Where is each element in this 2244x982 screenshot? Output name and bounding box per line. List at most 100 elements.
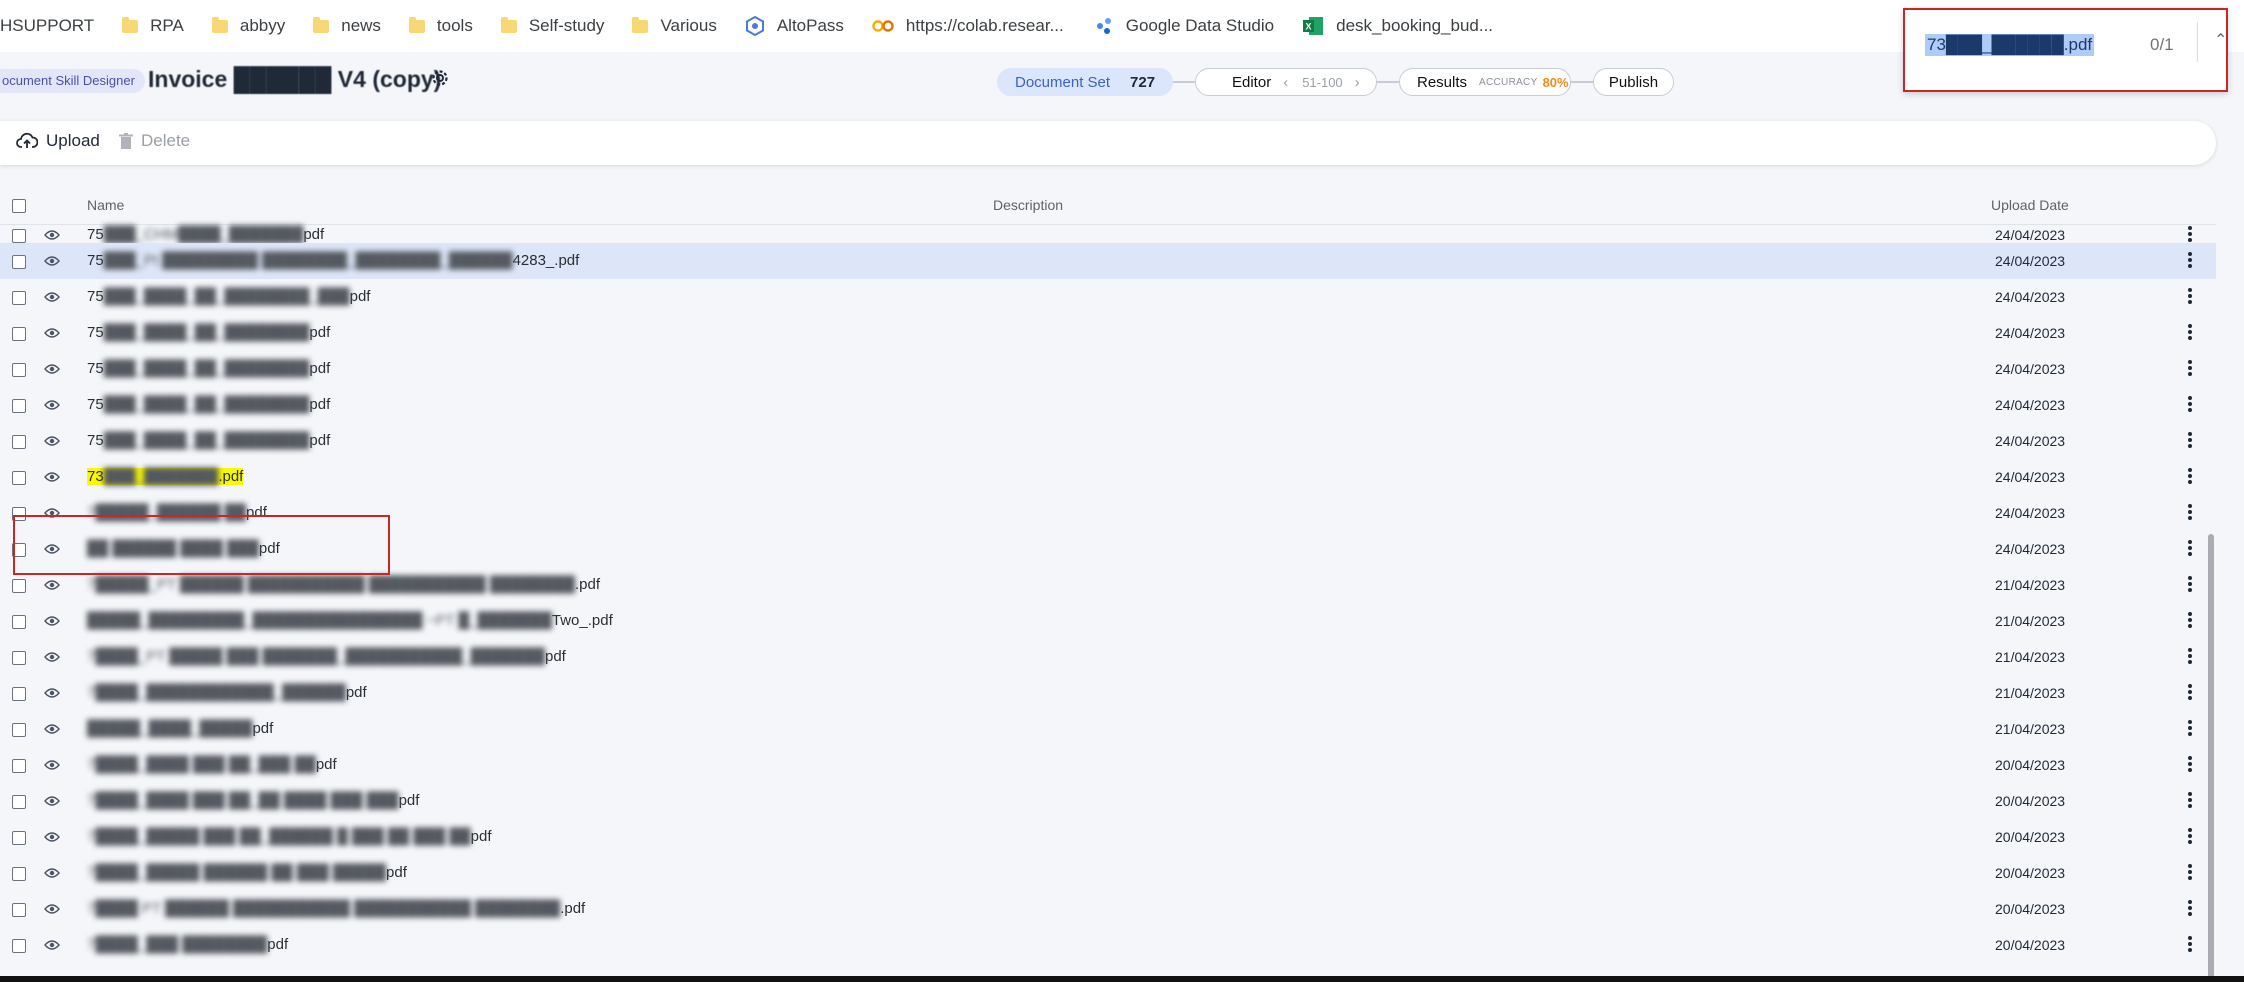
file-name[interactable]: 75███_████_██_████████pdf (87, 432, 330, 449)
more-options-icon[interactable] (2188, 323, 2192, 346)
row-checkbox[interactable] (12, 723, 26, 737)
select-all-checkbox[interactable] (12, 199, 26, 213)
eye-icon[interactable] (44, 866, 60, 884)
more-options-icon[interactable] (2188, 719, 2192, 742)
file-name[interactable]: 75███_████_██_████████pdf (87, 324, 330, 341)
eye-icon[interactable] (44, 830, 60, 848)
table-row[interactable]: 75███_Pt █████████ ████████_████████_███… (0, 243, 2216, 279)
row-checkbox[interactable] (12, 651, 26, 665)
more-options-icon[interactable] (2188, 683, 2192, 706)
scrollbar-thumb[interactable] (2208, 534, 2214, 982)
file-name[interactable]: █████_█████████_████████████████ ~PT █_█… (87, 612, 613, 629)
eye-icon[interactable] (44, 434, 60, 452)
column-description[interactable]: Description (993, 197, 1063, 213)
row-checkbox[interactable] (12, 435, 26, 449)
table-row[interactable]: 7████_█████ ███ ██_██████ █ ███ ██ ███ █… (0, 819, 2216, 855)
table-row[interactable]: 7████_████████████_██████pdf 21/04/2023 (0, 675, 2216, 711)
row-checkbox[interactable] (12, 903, 26, 917)
delete-button[interactable]: Delete (119, 131, 190, 151)
file-name[interactable]: 75███_████_██_████████pdf (87, 360, 330, 377)
eye-icon[interactable] (44, 470, 60, 488)
file-name[interactable]: 7████_████ ███ ██_██ ████ ███ ███pdf (87, 792, 419, 809)
file-name[interactable]: 7█████_PT ██████ ███████████ ███████████… (87, 576, 600, 593)
file-name[interactable]: 7████_████████████_██████pdf (87, 684, 367, 701)
eye-icon[interactable] (44, 650, 60, 668)
eye-icon[interactable] (44, 578, 60, 596)
row-checkbox[interactable] (12, 939, 26, 953)
more-options-icon[interactable] (2188, 467, 2192, 490)
table-row[interactable]: 75███_████_██_████████pdf 24/04/2023 (0, 423, 2216, 459)
eye-icon[interactable] (44, 290, 60, 308)
table-row[interactable]: 7████_████ ███ ██_██ ████ ███ ███pdf 20/0… (0, 783, 2216, 819)
table-row[interactable]: █████_████_█████pdf 21/04/2023 (0, 711, 2216, 747)
eye-icon[interactable] (44, 902, 60, 920)
more-options-icon[interactable] (2188, 863, 2192, 886)
file-name[interactable]: 7████_PT █████ ███ ███████_███████████_█… (87, 648, 566, 665)
file-name[interactable]: 7████_█████ ███ ██_██████ █ ███ ██ ███ █… (87, 828, 492, 845)
row-checkbox[interactable] (12, 615, 26, 629)
more-options-icon[interactable] (2188, 395, 2192, 418)
bookmark-10[interactable]: Xdesk_booking_bud... (1288, 0, 1507, 52)
settings-gear-icon[interactable] (430, 68, 450, 93)
more-options-icon[interactable] (2188, 755, 2192, 778)
publish-button[interactable]: Publish (1593, 68, 1674, 96)
table-row[interactable]: 7████_█████ ██████ ██ ███ █████pdf 20/04/… (0, 855, 2216, 891)
stage-results[interactable]: Results ACCURACY 80% (1399, 68, 1571, 96)
upload-button[interactable]: Upload (16, 131, 100, 151)
file-name[interactable]: 73███_███████.pdf (87, 468, 244, 485)
row-checkbox[interactable] (12, 579, 26, 593)
bookmark-9[interactable]: Google Data Studio (1078, 0, 1288, 52)
table-row[interactable]: 7████_PT █████ ███ ███████_███████████_█… (0, 639, 2216, 675)
stage-document-set[interactable]: Document Set 727 (997, 68, 1173, 96)
chevron-up-icon[interactable]: ⌃ (2214, 30, 2227, 50)
eye-icon[interactable] (44, 938, 60, 956)
file-name[interactable]: 7████ PT ██████ ███████████ ███████████ … (87, 900, 585, 917)
bookmark-3[interactable]: news (299, 0, 395, 52)
eye-icon[interactable] (44, 722, 60, 740)
chevron-left-icon[interactable]: ‹ (1283, 74, 1288, 91)
eye-icon[interactable] (44, 362, 60, 380)
table-row[interactable]: 75███_████_██_████████_███pdf 24/04/2023 (0, 279, 2216, 315)
bookmark-0[interactable]: HSUPPORT (0, 0, 108, 52)
bookmark-1[interactable]: RPA (108, 0, 198, 52)
table-row[interactable]: 75███_████_██_████████pdf 24/04/2023 (0, 351, 2216, 387)
bookmark-2[interactable]: abbyy (198, 0, 299, 52)
file-name[interactable]: █████_████_█████pdf (87, 720, 273, 737)
file-name[interactable]: 7████_█████ ██████ ██ ███ █████pdf (87, 864, 407, 881)
table-row[interactable]: 7████ PT ██████ ███████████ ███████████ … (0, 891, 2216, 927)
more-options-icon[interactable] (2188, 791, 2192, 814)
more-options-icon[interactable] (2188, 647, 2192, 670)
table-row[interactable]: 7████_███ ████████pdf 20/04/2023 (0, 927, 2216, 963)
eye-icon[interactable] (44, 398, 60, 416)
row-checkbox[interactable] (12, 399, 26, 413)
more-options-icon[interactable] (2188, 827, 2192, 850)
row-checkbox[interactable] (12, 759, 26, 773)
bookmark-5[interactable]: Self-study (487, 0, 619, 52)
bookmark-8[interactable]: https://colab.resear... (858, 0, 1078, 52)
more-options-icon[interactable] (2188, 611, 2192, 634)
more-options-icon[interactable] (2188, 575, 2192, 598)
more-options-icon[interactable] (2188, 539, 2192, 562)
table-row[interactable]: 73███_███████.pdf 24/04/2023 (0, 459, 2216, 495)
row-checkbox[interactable] (12, 363, 26, 377)
file-name[interactable]: 75███_████_██_████████_███pdf (87, 288, 370, 305)
file-name[interactable]: 75███_████_██_████████pdf (87, 396, 330, 413)
eye-icon[interactable] (44, 254, 60, 272)
eye-icon[interactable] (44, 326, 60, 344)
more-options-icon[interactable] (2188, 359, 2192, 382)
chevron-right-icon[interactable]: › (1355, 74, 1360, 91)
file-name[interactable]: 75███_CHM████_███████pdf (87, 226, 324, 243)
eye-icon[interactable] (44, 686, 60, 704)
more-options-icon[interactable] (2188, 287, 2192, 310)
eye-icon[interactable] (44, 758, 60, 776)
stage-editor[interactable]: Editor ‹ 51-100 › (1195, 68, 1377, 96)
find-input[interactable]: 73███_██████.pdf (1925, 34, 2095, 56)
more-options-icon[interactable] (2188, 899, 2192, 922)
file-name[interactable]: 75███_Pt █████████ ████████_████████_███… (87, 252, 579, 269)
row-checkbox[interactable] (12, 795, 26, 809)
row-checkbox[interactable] (12, 471, 26, 485)
more-options-icon[interactable] (2188, 935, 2192, 958)
row-checkbox[interactable] (12, 255, 26, 269)
row-checkbox[interactable] (12, 291, 26, 305)
file-name[interactable]: 7████_███ ████████pdf (87, 936, 288, 953)
